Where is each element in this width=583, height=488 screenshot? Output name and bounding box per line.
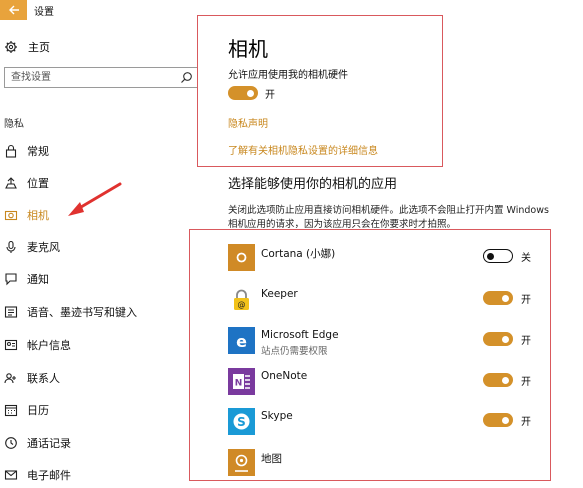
sidebar-item-label: 麦克风 <box>27 241 60 254</box>
sidebar-home[interactable]: 主页 <box>4 39 50 55</box>
app-row-keeper: @ Keeper 开 <box>228 286 548 316</box>
sidebar-item-label: 常规 <box>27 145 49 158</box>
app-name: 地图 <box>261 453 282 465</box>
camera-privacy-details-link[interactable]: 了解有关相机隐私设置的详细信息 <box>228 142 378 157</box>
cortana-icon <box>228 244 255 271</box>
onenote-icon: N <box>228 368 255 395</box>
svg-text:S: S <box>237 415 246 429</box>
search-input[interactable] <box>5 68 175 87</box>
edge-camera-toggle[interactable] <box>483 332 513 346</box>
sidebar-item-label: 联系人 <box>27 372 60 385</box>
onenote-camera-toggle[interactable] <box>483 373 513 387</box>
app-row-edge: e Microsoft Edge 站点仍需要权限 开 <box>228 327 548 357</box>
sidebar-item-label: 通话记录 <box>27 437 71 450</box>
edge-icon: e <box>228 327 255 354</box>
svg-text:e: e <box>236 332 247 351</box>
sidebar-item-speech[interactable]: 语音、墨迹书写和键入 <box>4 303 137 321</box>
sidebar-item-calendar[interactable]: 日历 <box>4 401 49 419</box>
app-row-cortana: Cortana (小娜) 关 <box>228 244 548 274</box>
contacts-icon <box>4 373 16 384</box>
cortana-camera-toggle[interactable] <box>483 249 513 263</box>
section-title: 选择能够使用你的相机的应用 <box>228 177 398 192</box>
sidebar-item-location[interactable]: 位置 <box>4 174 49 192</box>
app-name: Keeper <box>261 288 298 300</box>
sidebar-item-label: 帐户信息 <box>27 339 71 352</box>
sidebar-item-label: 位置 <box>27 177 49 190</box>
keeper-lock-icon: @ <box>228 286 255 313</box>
app-name: Skype <box>261 410 293 422</box>
email-icon <box>4 470 18 480</box>
allow-camera-label: 允许应用使用我的相机硬件 <box>228 70 348 81</box>
app-row-skype: S Skype 开 <box>228 408 548 438</box>
sidebar-item-general[interactable]: 常规 <box>4 142 49 160</box>
call-history-icon <box>5 437 17 449</box>
skype-toggle-state: 开 <box>521 417 531 428</box>
cortana-toggle-state: 关 <box>521 253 531 264</box>
gear-icon <box>5 41 17 53</box>
sidebar-item-microphone[interactable]: 麦克风 <box>4 238 60 256</box>
app-name: OneNote <box>261 370 308 382</box>
sidebar-item-label: 电子邮件 <box>27 469 71 482</box>
sidebar-item-notifications[interactable]: 通知 <box>4 270 49 288</box>
skype-camera-toggle[interactable] <box>483 413 513 427</box>
sidebar-item-contacts[interactable]: 联系人 <box>4 369 60 387</box>
back-arrow-icon <box>8 5 19 15</box>
sidebar-item-camera[interactable]: 相机 <box>4 206 49 224</box>
lock-icon <box>5 144 17 158</box>
app-name: Microsoft Edge <box>261 329 339 341</box>
location-icon <box>5 177 17 189</box>
svg-text:N: N <box>235 379 243 389</box>
app-row-onenote: N OneNote 开 <box>228 368 548 398</box>
sidebar-item-email[interactable]: 电子邮件 <box>4 466 71 484</box>
keeper-camera-toggle[interactable] <box>483 291 513 305</box>
app-row-maps: 地图 <box>228 449 548 479</box>
pen-icon <box>4 306 18 318</box>
app-subtitle: 站点仍需要权限 <box>261 346 328 357</box>
search-icon[interactable] <box>180 71 193 84</box>
allow-camera-toggle[interactable] <box>228 86 258 100</box>
edge-toggle-state: 开 <box>521 336 531 347</box>
sidebar-item-account-info[interactable]: 帐户信息 <box>4 336 71 354</box>
sidebar-home-label: 主页 <box>28 41 50 54</box>
annotation-arrow-icon <box>68 182 122 216</box>
page-title: 相机 <box>228 37 268 61</box>
back-button[interactable] <box>0 0 27 20</box>
calendar-icon <box>4 404 18 417</box>
sidebar-section-label: 隐私 <box>4 119 24 130</box>
window-title: 设置 <box>34 7 54 18</box>
search-box[interactable] <box>4 67 198 88</box>
onenote-toggle-state: 开 <box>521 377 531 388</box>
svg-text:@: @ <box>238 300 246 309</box>
camera-icon <box>4 210 18 221</box>
skype-icon: S <box>228 408 255 435</box>
fade-edge <box>553 350 583 488</box>
sidebar-item-label: 语音、墨迹书写和键入 <box>27 306 137 319</box>
keeper-toggle-state: 开 <box>521 295 531 306</box>
notification-icon <box>5 273 17 286</box>
maps-icon <box>228 449 255 476</box>
sidebar-item-label: 日历 <box>27 404 49 417</box>
account-icon <box>4 339 18 351</box>
section-description: 关闭此选项防止应用直接访问相机硬件。此选项不会阻止打开内置 Windows 相机… <box>228 205 549 230</box>
privacy-statement-link[interactable]: 隐私声明 <box>228 115 268 130</box>
allow-camera-state: 开 <box>265 90 275 101</box>
sidebar-item-label: 通知 <box>27 273 49 286</box>
app-name: Cortana (小娜) <box>261 248 336 260</box>
microphone-icon <box>6 240 16 253</box>
sidebar-item-label: 相机 <box>27 209 49 222</box>
sidebar-item-call-history[interactable]: 通话记录 <box>4 434 71 452</box>
